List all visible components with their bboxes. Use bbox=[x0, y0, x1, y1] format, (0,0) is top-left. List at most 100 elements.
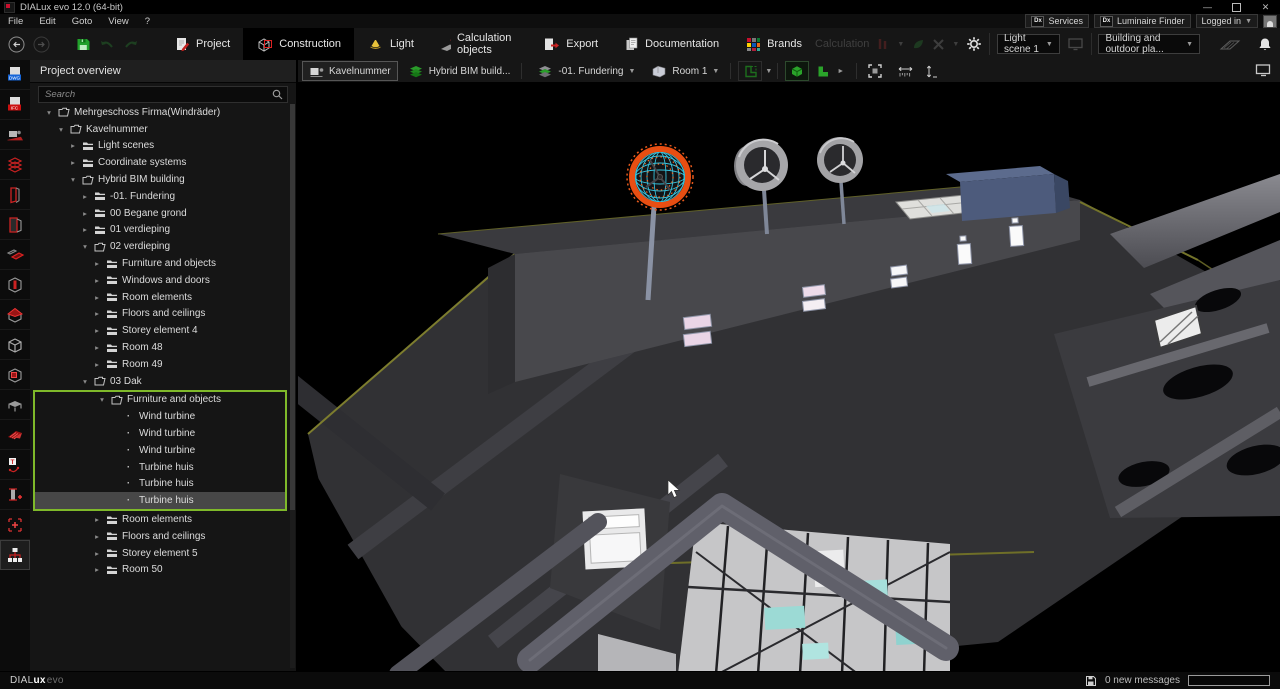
tool-project-structure-button[interactable] bbox=[0, 540, 30, 570]
expand-arrow-icon[interactable]: ▸ bbox=[90, 549, 104, 558]
tab-construction[interactable]: Construction bbox=[243, 28, 354, 60]
minimize-button[interactable]: — bbox=[1193, 0, 1222, 14]
tree-item-wind-turbine[interactable]: ·Wind turbine bbox=[35, 425, 285, 442]
tool-building-body-button[interactable] bbox=[0, 330, 30, 360]
tool-furniture-button[interactable] bbox=[0, 390, 30, 420]
tree-item-room-elements[interactable]: ▸Room elements bbox=[30, 511, 288, 528]
menu-file[interactable]: File bbox=[0, 14, 31, 28]
rooftop-unit[interactable] bbox=[946, 166, 1070, 221]
play-next-icon[interactable]: ► bbox=[837, 68, 844, 75]
tree-item-00-begane-grond[interactable]: ▸00 Begane grond bbox=[30, 205, 288, 222]
storey-view-button[interactable] bbox=[811, 62, 833, 80]
tree-item-room-49[interactable]: ▸Room 49 bbox=[30, 356, 288, 373]
expand-arrow-icon[interactable]: ▸ bbox=[90, 565, 104, 574]
measure-vertical-button[interactable] bbox=[920, 62, 942, 80]
search-box[interactable] bbox=[38, 86, 288, 103]
expand-arrow-icon[interactable]: ▸ bbox=[90, 293, 104, 302]
collapse-arrow-icon[interactable]: ▾ bbox=[95, 395, 109, 404]
tool-text-annotation-button[interactable]: T bbox=[0, 450, 30, 480]
tree-item-wind-turbine[interactable]: ·Wind turbine bbox=[35, 442, 285, 459]
tree-item-light-scenes[interactable]: ▸Light scenes bbox=[30, 138, 288, 155]
tree-item-storey-element-5[interactable]: ▸Storey element 5 bbox=[30, 545, 288, 562]
forward-button[interactable] bbox=[33, 36, 50, 53]
tree-item-storey-element-4[interactable]: ▸Storey element 4 bbox=[30, 322, 288, 339]
floor-plan-view-button[interactable] bbox=[738, 61, 762, 81]
tree-item-02-verdieping[interactable]: ▾02 verdieping bbox=[30, 238, 288, 255]
collapse-arrow-icon[interactable]: ▾ bbox=[66, 175, 80, 184]
tool-column-add-button[interactable] bbox=[0, 480, 30, 510]
fit-view-button[interactable] bbox=[864, 62, 886, 80]
tree-item-01-verdieping[interactable]: ▸01 verdieping bbox=[30, 222, 288, 239]
tree-item-furniture-and-objects[interactable]: ▾Furniture and objects bbox=[35, 392, 285, 409]
tree-item-03-dak[interactable]: ▾03 Dak bbox=[30, 373, 288, 390]
services-button[interactable]: Dx Services bbox=[1025, 14, 1089, 28]
collapse-arrow-icon[interactable]: ▾ bbox=[78, 242, 92, 251]
tool-storey-button[interactable] bbox=[0, 150, 30, 180]
menu-view[interactable]: View bbox=[100, 14, 136, 28]
collapse-arrow-icon[interactable]: ▾ bbox=[54, 125, 68, 134]
tool-import-ifc-button[interactable]: IFC bbox=[0, 90, 30, 120]
menu-help[interactable]: ? bbox=[137, 14, 158, 28]
expand-arrow-icon[interactable]: ▸ bbox=[66, 158, 80, 167]
surface-hatch-button[interactable] bbox=[1219, 37, 1241, 51]
menu-edit[interactable]: Edit bbox=[31, 14, 63, 28]
cancel-calculation-button[interactable] bbox=[932, 38, 945, 51]
expand-arrow-icon[interactable]: ▸ bbox=[90, 259, 104, 268]
tree-item-room-48[interactable]: ▸Room 48 bbox=[30, 339, 288, 356]
tree-item-windows-and-doors[interactable]: ▸Windows and doors bbox=[30, 272, 288, 289]
messages-count[interactable]: 0 new messages bbox=[1105, 675, 1180, 686]
tree-item-turbine-huis[interactable]: ·Turbine huis bbox=[35, 459, 285, 476]
undo-button[interactable] bbox=[99, 37, 115, 51]
tool-window-button[interactable] bbox=[0, 360, 30, 390]
display-mode-button[interactable] bbox=[1254, 62, 1272, 78]
menu-goto[interactable]: Goto bbox=[64, 14, 101, 28]
tool-wall-opening-button[interactable] bbox=[0, 210, 30, 240]
tab-export[interactable]: Export bbox=[530, 28, 611, 60]
maximize-button[interactable] bbox=[1222, 0, 1251, 14]
expand-arrow-icon[interactable]: ▸ bbox=[90, 343, 104, 352]
tree-item-coordinate-systems[interactable]: ▸Coordinate systems bbox=[30, 154, 288, 171]
tree-item-wind-turbine[interactable]: ·Wind turbine bbox=[35, 408, 285, 425]
tab-calculation-objects[interactable]: Calculation objects bbox=[427, 28, 530, 60]
site-scope-button[interactable]: Kavelnummer bbox=[302, 61, 398, 81]
tree-item-kavelnummer[interactable]: ▾Kavelnummer bbox=[30, 121, 288, 138]
building-scope-button[interactable]: Hybrid BIM build... bbox=[402, 62, 517, 80]
settings-button[interactable] bbox=[966, 36, 982, 52]
expand-arrow-icon[interactable]: ▸ bbox=[90, 276, 104, 285]
avatar[interactable] bbox=[1263, 15, 1277, 28]
back-button[interactable] bbox=[8, 36, 25, 53]
tab-brands[interactable]: Brands bbox=[732, 28, 815, 60]
room-scope-button[interactable]: Room 1 ▼ bbox=[645, 62, 725, 80]
tool-site-button[interactable] bbox=[0, 120, 30, 150]
expand-arrow-icon[interactable]: ▸ bbox=[78, 192, 92, 201]
tree-item-room-50[interactable]: ▸Room 50 bbox=[30, 562, 288, 579]
search-input[interactable] bbox=[43, 88, 272, 101]
view-mode-dropdown-icon[interactable]: ▼ bbox=[765, 68, 772, 75]
cad-viewport[interactable] bbox=[298, 82, 1280, 672]
calculation-dropdown-icon[interactable]: ▼ bbox=[897, 41, 904, 48]
tree-item-room-elements[interactable]: ▸Room elements bbox=[30, 289, 288, 306]
expand-arrow-icon[interactable]: ▸ bbox=[90, 532, 104, 541]
redo-button[interactable] bbox=[123, 37, 139, 51]
luminaire-finder-button[interactable]: Dx Luminaire Finder bbox=[1094, 14, 1191, 28]
view-output-button[interactable] bbox=[1067, 37, 1084, 51]
expand-arrow-icon[interactable]: ▸ bbox=[90, 309, 104, 318]
expand-arrow-icon[interactable]: ▸ bbox=[78, 225, 92, 234]
tree-item-turbine-huis[interactable]: ·Turbine huis bbox=[35, 492, 285, 509]
tab-project[interactable]: Project bbox=[161, 28, 243, 60]
tab-light[interactable]: Light bbox=[354, 28, 427, 60]
tree-item-turbine-huis[interactable]: ·Turbine huis bbox=[35, 476, 285, 493]
tree-scrollbar[interactable] bbox=[290, 104, 295, 668]
tool-floor-slab-button[interactable] bbox=[0, 240, 30, 270]
tool-roof-button[interactable] bbox=[0, 300, 30, 330]
expand-arrow-icon[interactable]: ▸ bbox=[66, 141, 80, 150]
tree-item-furniture-and-objects[interactable]: ▸Furniture and objects bbox=[30, 255, 288, 272]
expand-arrow-icon[interactable]: ▸ bbox=[90, 360, 104, 369]
tree-item-hybrid-bim-building[interactable]: ▾Hybrid BIM building bbox=[30, 171, 288, 188]
tree-item--01-fundering[interactable]: ▸-01. Fundering bbox=[30, 188, 288, 205]
tree-item-floors-and-ceilings[interactable]: ▸Floors and ceilings bbox=[30, 528, 288, 545]
expand-arrow-icon[interactable]: ▸ bbox=[90, 326, 104, 335]
tool-column-button[interactable] bbox=[0, 270, 30, 300]
close-button[interactable]: ✕ bbox=[1251, 0, 1280, 14]
tool-import-dwg-button[interactable]: DWG bbox=[0, 60, 30, 90]
